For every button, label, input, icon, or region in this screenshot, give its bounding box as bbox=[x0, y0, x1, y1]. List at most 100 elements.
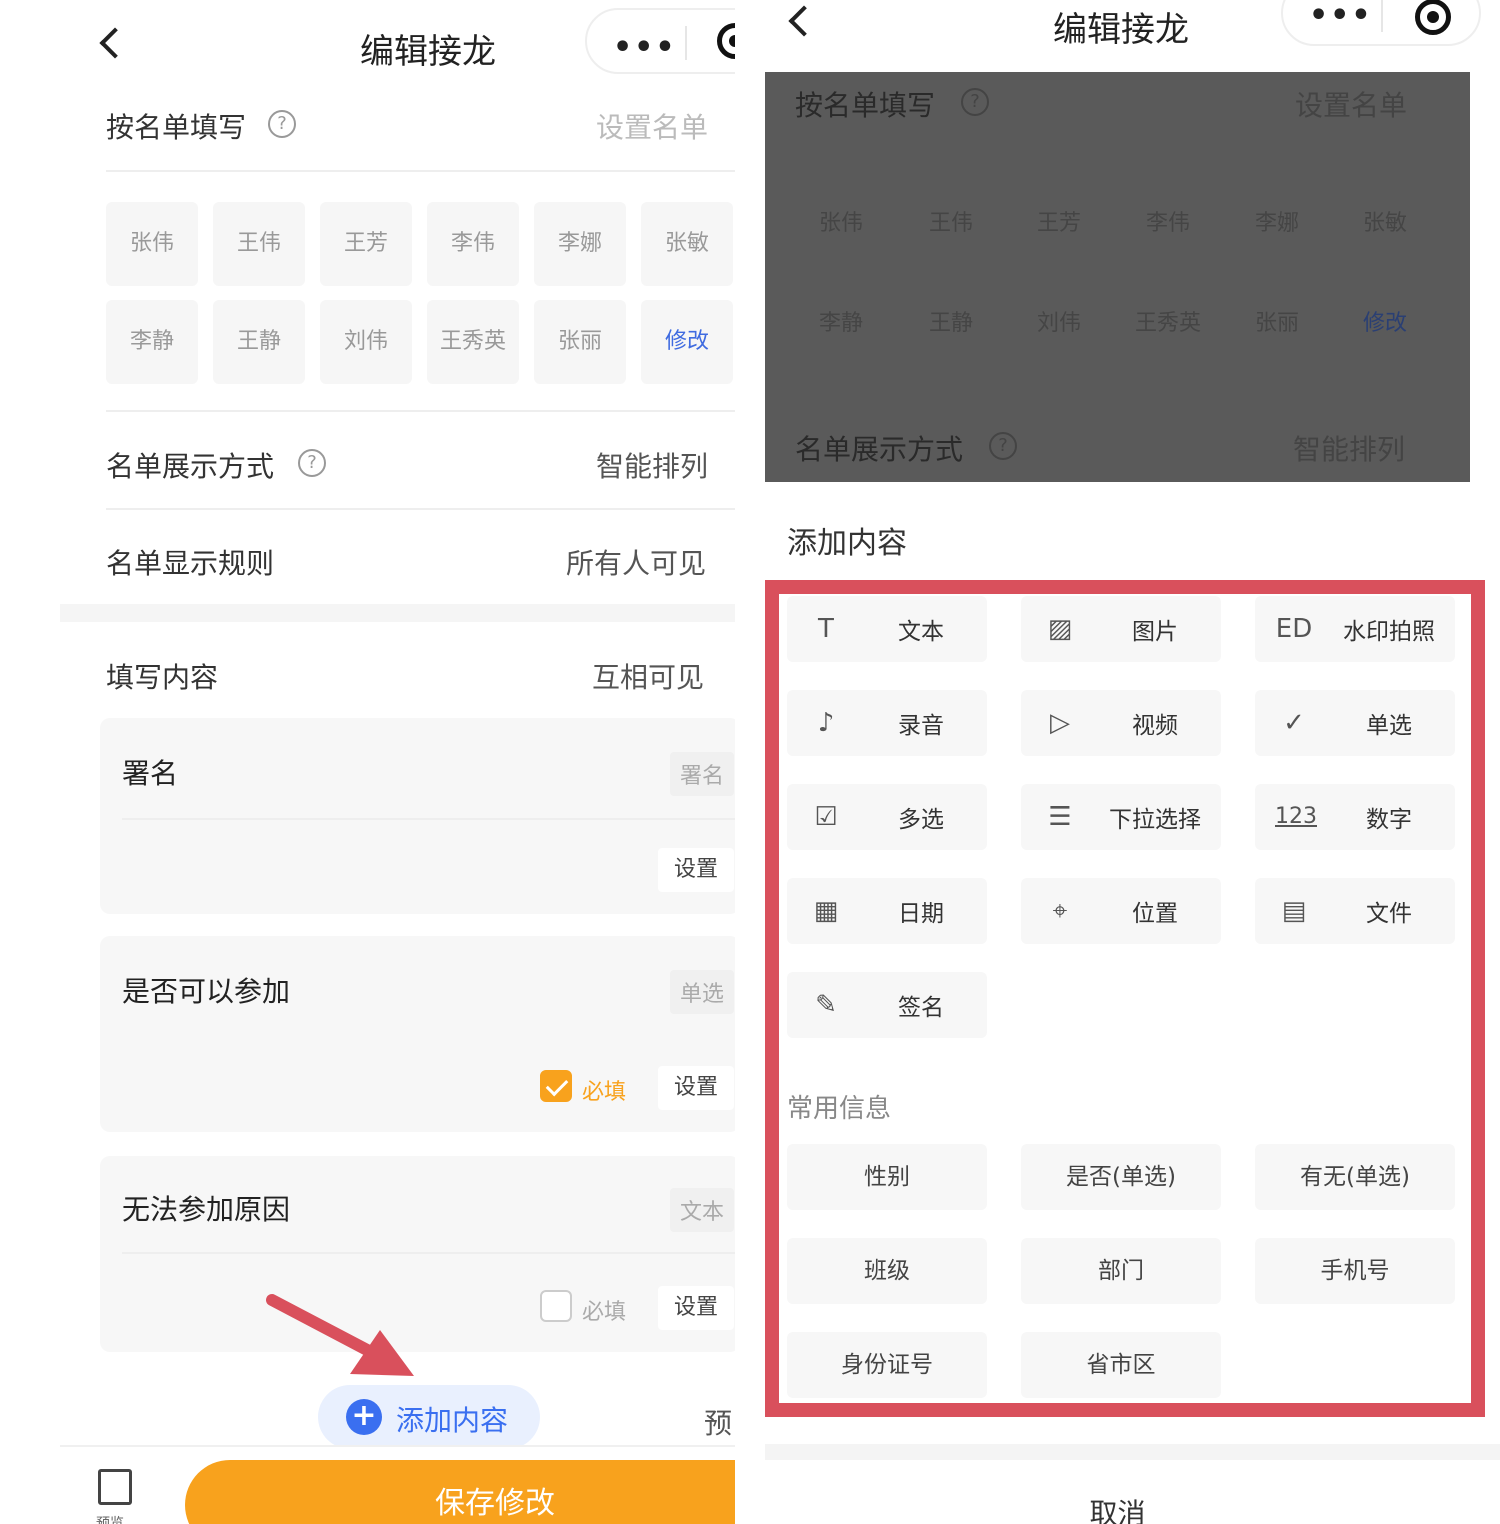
name-chip: 李静 bbox=[818, 311, 863, 336]
content-item[interactable]: ✎ 签名 bbox=[787, 972, 987, 1038]
add-content-button[interactable]: + 添加内容 bbox=[318, 1385, 540, 1449]
annotation-arrow-icon bbox=[266, 1294, 414, 1376]
roster-label: 按名单填写 bbox=[106, 111, 247, 144]
common-item[interactable]: 是否(单选) bbox=[1021, 1144, 1221, 1210]
common-info-title: 常用信息 bbox=[787, 1094, 892, 1124]
content-item[interactable]: ▷ 视频 bbox=[1021, 690, 1221, 756]
more-icon[interactable]: ••• bbox=[613, 30, 677, 65]
settings-button[interactable]: 设置 bbox=[658, 848, 734, 892]
display-mode-value[interactable]: 智能排列 bbox=[596, 445, 708, 485]
content-item[interactable]: ⌖ 位置 bbox=[1021, 878, 1221, 944]
back-arrow-icon[interactable] bbox=[788, 5, 820, 37]
close-miniprogram-icon[interactable] bbox=[1415, 0, 1451, 35]
common-item[interactable]: 有无(单选) bbox=[1255, 1144, 1455, 1210]
required-checkbox[interactable] bbox=[540, 1290, 572, 1322]
location-icon: ⌖ bbox=[1052, 896, 1068, 926]
name-chip: 张敏 bbox=[641, 202, 733, 286]
common-item[interactable]: 手机号 bbox=[1255, 1238, 1455, 1304]
field-card[interactable]: 署名 署名 设置 bbox=[100, 718, 735, 914]
roster-label: 按名单填写 bbox=[795, 89, 936, 122]
name-chip: 张丽 bbox=[1254, 311, 1299, 336]
name-chip: 刘伟 bbox=[320, 300, 412, 384]
name-chip: 王伟 bbox=[928, 211, 973, 236]
item-label: 数字 bbox=[1366, 807, 1412, 833]
calendar-icon: ▦ bbox=[813, 896, 839, 926]
item-label: 文件 bbox=[1366, 901, 1412, 927]
image-icon: ▨ bbox=[1047, 614, 1073, 644]
plus-icon: + bbox=[346, 1399, 382, 1435]
close-miniprogram-icon[interactable] bbox=[717, 23, 735, 59]
divider bbox=[106, 170, 735, 172]
content-item[interactable]: ☑ 多选 bbox=[787, 784, 987, 850]
item-label: 录音 bbox=[898, 713, 944, 739]
sheet-title: 添加内容 bbox=[787, 526, 907, 561]
file-icon: ▤ bbox=[1281, 896, 1307, 926]
nav-bar: 编辑接龙 ••• bbox=[0, 0, 735, 80]
item-label: 多选 bbox=[898, 807, 944, 833]
roster-value: 设置名单 bbox=[1295, 89, 1408, 122]
page-title: 编辑接龙 bbox=[360, 32, 496, 72]
divider bbox=[765, 1444, 1500, 1460]
divider bbox=[122, 818, 735, 820]
save-button[interactable]: 保存修改 bbox=[185, 1460, 735, 1524]
watermark-icon: ED bbox=[1275, 614, 1313, 644]
content-item[interactable]: T 文本 bbox=[787, 596, 987, 662]
settings-button[interactable]: 设置 bbox=[658, 1286, 734, 1330]
item-label: 视频 bbox=[1132, 713, 1178, 739]
section-gap bbox=[60, 604, 735, 622]
dimmed-overlay[interactable]: 按名单填写 ? 设置名单 张伟 王伟 王芳 李伟 李娜 张敏 李静 王静 刘伟 … bbox=[765, 72, 1470, 482]
name-chip: 李娜 bbox=[1254, 211, 1299, 236]
item-label: 文本 bbox=[898, 619, 944, 645]
common-item[interactable]: 班级 bbox=[787, 1238, 987, 1304]
field-card[interactable]: 是否可以参加 单选 必填 设置 bbox=[100, 936, 735, 1132]
common-item[interactable]: 省市区 bbox=[1021, 1332, 1221, 1398]
number-icon: 123 bbox=[1275, 804, 1317, 829]
content-item[interactable]: ▤ 文件 bbox=[1255, 878, 1455, 944]
content-item[interactable]: ▦ 日期 bbox=[787, 878, 987, 944]
content-item[interactable]: ☰ 下拉选择 bbox=[1021, 784, 1221, 850]
field-title: 署名 bbox=[122, 757, 179, 790]
field-type-tag: 单选 bbox=[669, 970, 734, 1014]
field-type-tag: 文本 bbox=[669, 1188, 734, 1232]
radio-icon: ✓ bbox=[1283, 708, 1305, 738]
checkbox-icon: ☑ bbox=[814, 802, 838, 832]
required-checkbox[interactable] bbox=[540, 1070, 572, 1102]
cancel-button[interactable]: 取消 bbox=[765, 1492, 1470, 1524]
display-rule-value[interactable]: 所有人可见 bbox=[566, 542, 706, 582]
right-panel: 编辑接龙 ••• 按名单填写 ? 设置名单 张伟 王伟 王芳 李伟 李娜 张敏 … bbox=[765, 0, 1500, 1524]
preview-link[interactable]: 预 bbox=[704, 1402, 732, 1442]
capsule-divider bbox=[685, 26, 687, 60]
name-chip: 李静 bbox=[106, 300, 198, 384]
modify-button[interactable]: 修改 bbox=[641, 300, 733, 384]
name-chip: 王芳 bbox=[320, 202, 412, 286]
help-icon[interactable]: ? bbox=[298, 449, 326, 477]
help-icon[interactable]: ? bbox=[268, 110, 296, 138]
divider bbox=[106, 508, 735, 510]
content-item[interactable]: ✓ 单选 bbox=[1255, 690, 1455, 756]
item-label: 位置 bbox=[1132, 901, 1178, 927]
content-item[interactable]: 123 数字 bbox=[1255, 784, 1455, 850]
text-icon: T bbox=[818, 614, 834, 644]
name-chip: 李娜 bbox=[534, 202, 626, 286]
help-icon: ? bbox=[989, 432, 1017, 460]
settings-button[interactable]: 设置 bbox=[658, 1066, 734, 1110]
content-item[interactable]: ED 水印拍照 bbox=[1255, 596, 1455, 662]
common-item[interactable]: 部门 bbox=[1021, 1238, 1221, 1304]
field-type-tag: 署名 bbox=[669, 752, 734, 796]
back-arrow-icon[interactable] bbox=[99, 27, 131, 59]
menu-capsule[interactable]: ••• bbox=[1281, 0, 1481, 46]
roster-value[interactable]: 设置名单 bbox=[596, 106, 708, 146]
content-item[interactable]: ♪ 录音 bbox=[787, 690, 987, 756]
preview-icon[interactable] bbox=[98, 1469, 132, 1505]
menu-capsule[interactable]: ••• bbox=[585, 8, 735, 74]
item-label: 日期 bbox=[898, 901, 944, 927]
fill-content-label: 填写内容 bbox=[106, 661, 219, 694]
item-label: 单选 bbox=[1366, 713, 1412, 739]
modify-button: 修改 bbox=[1362, 311, 1407, 336]
fill-content-value[interactable]: 互相可见 bbox=[592, 656, 704, 696]
common-item[interactable]: 身份证号 bbox=[787, 1332, 987, 1398]
more-icon[interactable]: ••• bbox=[1309, 0, 1373, 33]
content-item[interactable]: ▨ 图片 bbox=[1021, 596, 1221, 662]
common-item[interactable]: 性别 bbox=[787, 1144, 987, 1210]
name-chip: 张敏 bbox=[1362, 211, 1407, 236]
